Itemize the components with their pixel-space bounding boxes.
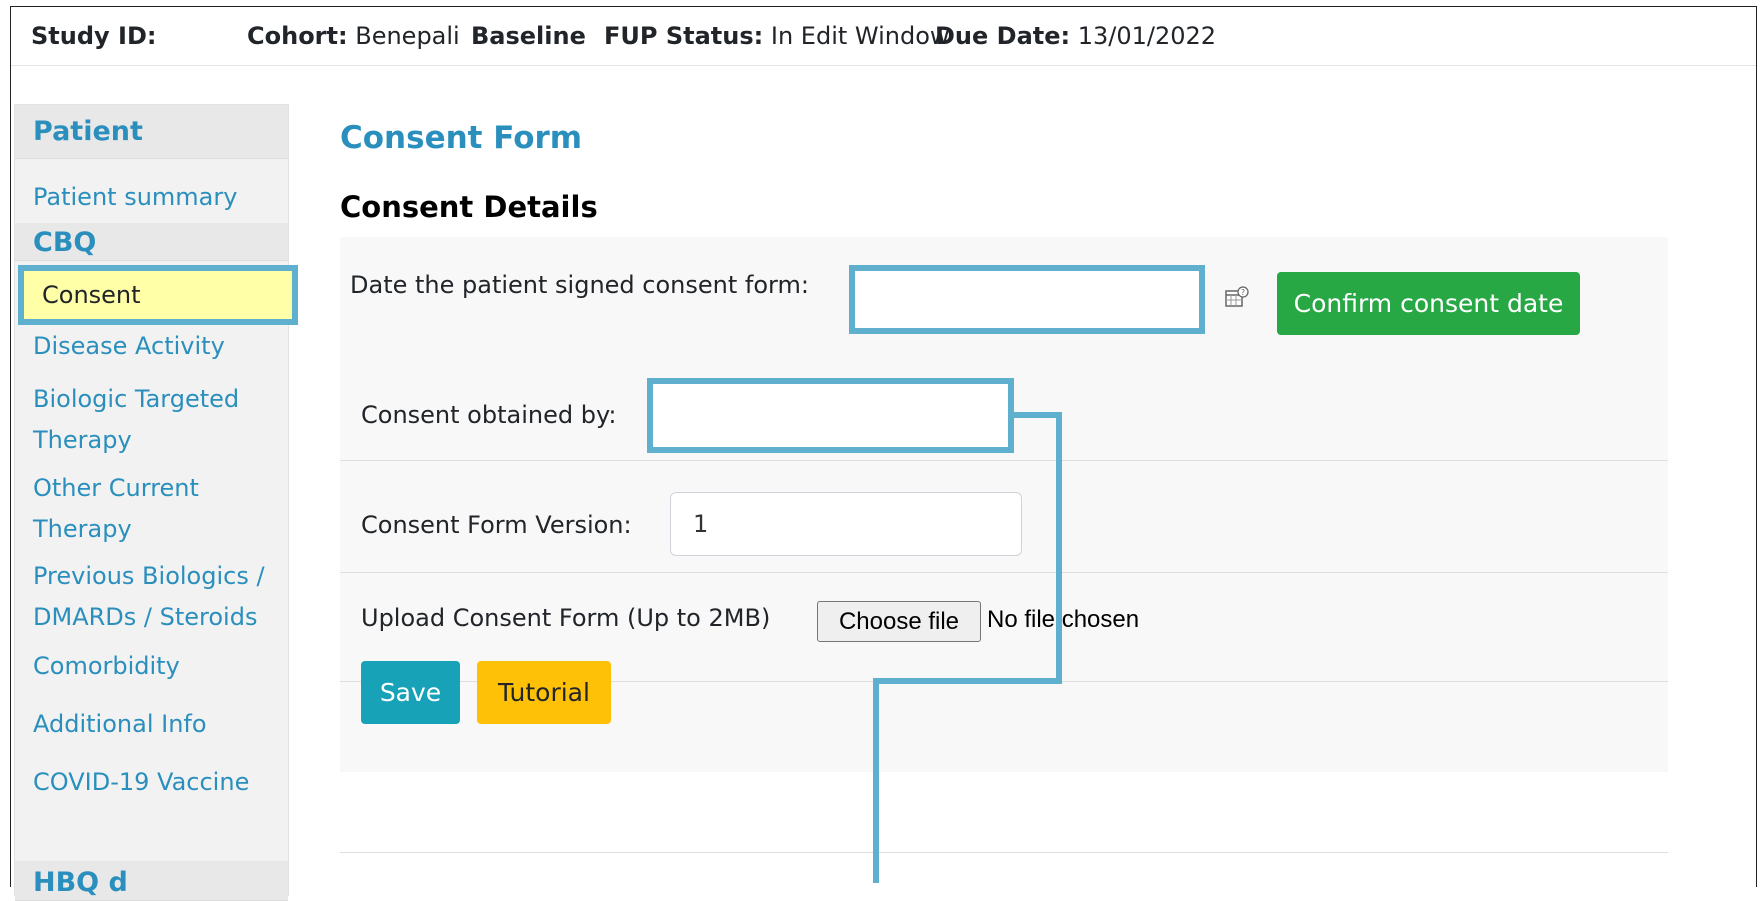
baseline-text: Baseline <box>471 22 586 50</box>
sidebar-item-covid-vaccine[interactable]: COVID-19 Vaccine <box>33 762 249 803</box>
consent-date-label: Date the patient signed consent form: <box>350 271 809 299</box>
fup-status: FUP Status: In Edit Window <box>604 22 950 50</box>
no-file-text: No file chosen <box>987 606 1140 633</box>
cohort-value: Benepali <box>355 22 460 50</box>
sidebar-item-label: Other Current <box>33 474 199 502</box>
annotation-connector <box>873 678 1062 684</box>
calendar-help-icon[interactable]: ? <box>1224 286 1250 312</box>
consent-version-label: Consent Form Version: <box>361 511 632 539</box>
consent-obtained-input[interactable] <box>647 378 1014 453</box>
sidebar: Patient Patient summary CBQ Disease Acti… <box>14 104 289 901</box>
fup-value: In Edit Window <box>770 22 950 50</box>
divider <box>340 572 1668 573</box>
sidebar-item-label: Previous Biologics / <box>33 562 265 590</box>
consent-date-input[interactable] <box>849 265 1205 334</box>
tutorial-button[interactable]: Tutorial <box>477 661 611 724</box>
save-button[interactable]: Save <box>361 661 460 724</box>
consent-obtained-label: Consent obtained by: <box>361 401 617 429</box>
sidebar-section-hbq: HBQ d <box>15 861 288 901</box>
consent-version-input[interactable]: 1 <box>670 492 1022 556</box>
annotation-connector <box>1056 412 1062 684</box>
choose-file-button[interactable]: Choose file <box>817 601 981 642</box>
sidebar-item-label: Therapy <box>33 515 132 543</box>
sidebar-item-biologic-targeted-therapy[interactable]: Biologic Targeted Therapy <box>33 379 239 461</box>
sidebar-section-patient: Patient <box>15 105 288 159</box>
sidebar-item-additional-info[interactable]: Additional Info <box>33 704 207 745</box>
sidebar-item-consent[interactable]: Consent <box>18 265 298 325</box>
sidebar-item-label: Consent <box>42 281 141 309</box>
fup-label: FUP Status: <box>604 22 764 50</box>
sidebar-item-label: Therapy <box>33 426 132 454</box>
due-value: 13/01/2022 <box>1077 22 1217 50</box>
annotation-connector <box>873 678 879 883</box>
sidebar-item-patient-summary[interactable]: Patient summary <box>33 177 237 218</box>
annotation-connector <box>1014 412 1062 418</box>
sidebar-item-comorbidity[interactable]: Comorbidity <box>33 646 180 687</box>
sidebar-item-disease-activity[interactable]: Disease Activity <box>33 326 225 367</box>
study-id: Study ID: <box>31 22 156 50</box>
sidebar-item-label: Biologic Targeted <box>33 385 240 413</box>
study-header: Study ID: Cohort: Benepali Baseline FUP … <box>11 7 1756 66</box>
sidebar-item-other-current-therapy[interactable]: Other Current Therapy <box>33 468 199 550</box>
baseline-label: Baseline <box>471 22 586 50</box>
divider <box>340 852 1668 853</box>
section-title: Consent Details <box>340 190 598 224</box>
sidebar-item-previous-biologics[interactable]: Previous Biologics / DMARDs / Steroids <box>33 556 265 638</box>
due-date: Due Date: 13/01/2022 <box>935 22 1216 50</box>
cohort-label: Cohort: <box>247 22 348 50</box>
page-title: Consent Form <box>340 120 583 156</box>
svg-text:?: ? <box>1241 288 1245 297</box>
confirm-consent-date-button[interactable]: Confirm consent date <box>1277 272 1580 335</box>
study-id-label: Study ID: <box>31 22 157 50</box>
sidebar-item-label: DMARDs / Steroids <box>33 603 258 631</box>
due-label: Due Date: <box>935 22 1071 50</box>
upload-consent-label: Upload Consent Form (Up to 2MB) <box>361 604 771 632</box>
cohort: Cohort: Benepali <box>247 22 460 50</box>
divider <box>340 460 1668 461</box>
sidebar-section-cbq: CBQ <box>15 223 288 261</box>
